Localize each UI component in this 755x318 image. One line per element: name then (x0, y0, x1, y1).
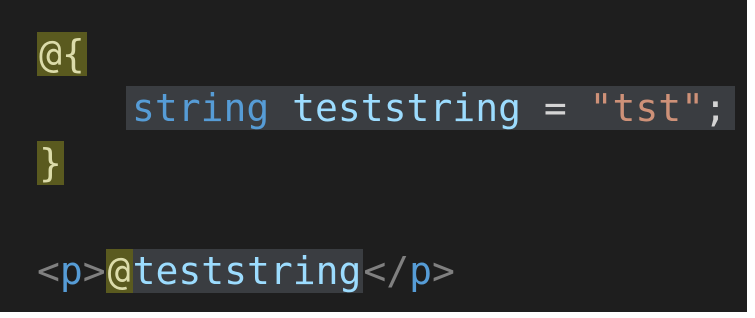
open-tag-name: p (59, 249, 83, 293)
identifier-teststring: teststring (292, 86, 521, 130)
code-line-razor-close: } (37, 137, 64, 189)
razor-block-open: @{ (37, 32, 87, 76)
string-literal: "tst" (589, 86, 705, 130)
code-line-paragraph: <p>@teststring</p> (37, 245, 455, 297)
code-line-razor-open: @{ (37, 28, 87, 80)
open-tag-lt: < (37, 249, 60, 293)
open-tag-gt: > (82, 249, 106, 293)
razor-at-symbol: @ (105, 249, 133, 293)
code-line-declaration: string teststring = "tst"; (126, 82, 735, 134)
declaration-highlight: string teststring = "tst"; (126, 86, 735, 130)
razor-variable-teststring: teststring (132, 249, 364, 293)
right-border (747, 0, 755, 318)
razor-block-close: } (37, 141, 64, 185)
keyword-string: string (132, 86, 270, 130)
semicolon: ; (704, 86, 727, 130)
bottom-border (0, 312, 755, 318)
code-editor[interactable]: @{ string teststring = "tst"; } <p>@test… (0, 0, 755, 318)
assignment-operator: = (543, 86, 567, 130)
close-tag-gt: > (432, 249, 455, 293)
close-tag-name: p (409, 249, 432, 293)
close-tag-lt: </ (363, 249, 410, 293)
